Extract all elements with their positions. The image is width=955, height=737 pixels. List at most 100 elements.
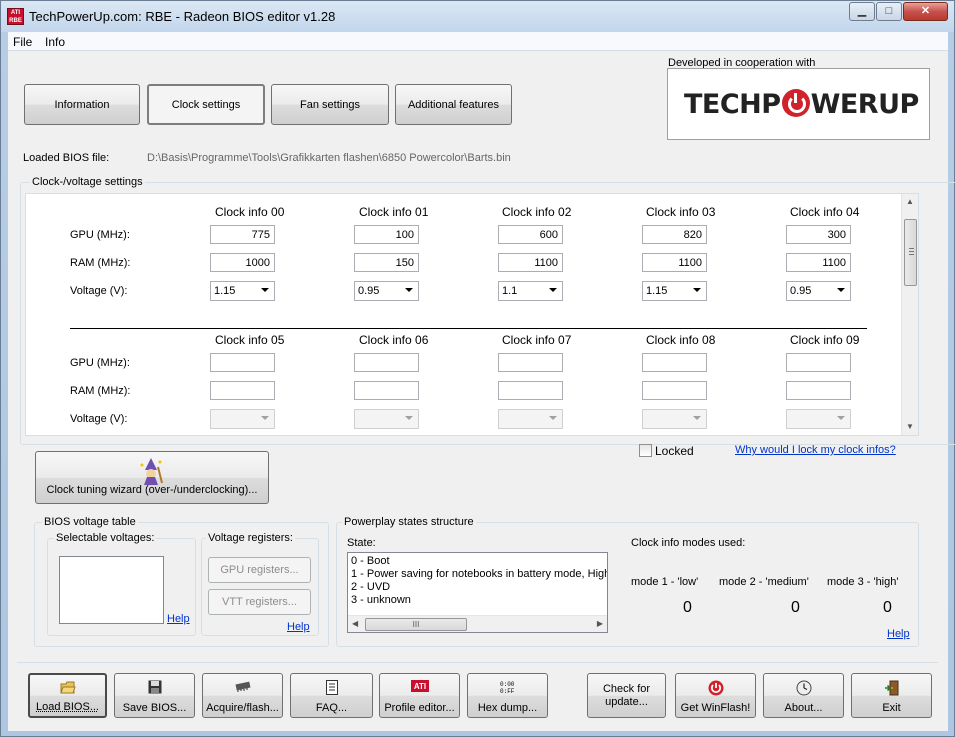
voltage-select[interactable]	[786, 409, 851, 429]
ati-icon: ATI	[411, 680, 429, 692]
powerplay-help-link[interactable]: Help	[887, 628, 910, 640]
tab-additional-features[interactable]: Additional features	[395, 84, 512, 125]
dropdown-arrow-icon	[837, 416, 845, 420]
tab-information[interactable]: Information	[24, 84, 140, 125]
voltage-select[interactable]	[210, 409, 275, 429]
logo-text-right: WERUP	[811, 89, 919, 120]
gpu-clock-input[interactable]	[786, 225, 851, 244]
load-bios-button[interactable]: Load BIOS...	[28, 673, 107, 718]
ram-clock-input[interactable]	[642, 253, 707, 272]
voltage-select[interactable]: 0.95	[354, 281, 419, 301]
profile-editor-button[interactable]: ATI Profile editor...	[379, 673, 460, 718]
gpu-clock-input[interactable]	[498, 225, 563, 244]
save-bios-label: Save BIOS...	[115, 702, 194, 714]
vtt-registers-button[interactable]: VTT registers...	[208, 589, 311, 615]
check-update-button[interactable]: Check for update...	[587, 673, 666, 718]
gpu-clock-input[interactable]	[642, 353, 707, 372]
ram-clock-input[interactable]	[498, 381, 563, 400]
acquire-flash-button[interactable]: Acquire/flash...	[202, 673, 283, 718]
voltage-select[interactable]: 0.95	[786, 281, 851, 301]
scroll-right-icon[interactable]: ▶	[597, 619, 603, 628]
ram-clock-input[interactable]	[498, 253, 563, 272]
voltage-value: 0.95	[790, 285, 811, 297]
ram-clock-input[interactable]	[210, 381, 275, 400]
gpu-clock-input[interactable]	[498, 353, 563, 372]
ram-clock-input[interactable]	[786, 381, 851, 400]
vertical-scrollbar[interactable]: ▲ ▼	[901, 194, 918, 436]
clock-voltage-title: Clock-/voltage settings	[30, 176, 145, 188]
ati-app-icon[interactable]: ATI RBE	[7, 8, 24, 25]
gpu-registers-button[interactable]: GPU registers...	[208, 557, 311, 583]
clock-info-title: Clock info 04	[790, 205, 859, 219]
list-item[interactable]: 2 - UVD	[348, 581, 607, 594]
ram-clock-input[interactable]	[786, 253, 851, 272]
menu-info[interactable]: Info	[45, 35, 65, 49]
get-winflash-button[interactable]: Get WinFlash!	[675, 673, 756, 718]
list-item[interactable]: 3 - unknown	[348, 594, 607, 607]
ram-clock-input[interactable]	[642, 381, 707, 400]
voltage-select[interactable]	[498, 409, 563, 429]
horizontal-scrollbar[interactable]: ◀ III ▶	[348, 615, 607, 632]
dropdown-arrow-icon	[261, 416, 269, 420]
voltage-select[interactable]: 1.15	[210, 281, 275, 301]
dropdown-arrow-icon	[405, 288, 413, 292]
wizard-button-label: Clock tuning wizard (over-/underclocking…	[36, 484, 268, 496]
exit-button[interactable]: Exit	[851, 673, 932, 718]
clock-info-scroll-panel[interactable]: ▲ ▼ Clock info 00 Clock info 01 Clock in…	[25, 193, 919, 436]
voltage-select[interactable]: 1.15	[642, 281, 707, 301]
close-button[interactable]: ✕	[903, 2, 948, 21]
techpowerup-logo[interactable]: TECHP WERUP	[667, 68, 930, 140]
save-bios-button[interactable]: Save BIOS...	[114, 673, 195, 718]
locked-label: Locked	[655, 444, 694, 458]
tab-label: Information	[54, 99, 109, 111]
tab-clock-settings[interactable]: Clock settings	[147, 84, 265, 125]
scroll-up-icon[interactable]: ▲	[906, 197, 914, 206]
menu-file[interactable]: File	[13, 35, 32, 49]
ram-clock-input[interactable]	[354, 381, 419, 400]
selectable-voltages-list[interactable]	[59, 556, 164, 624]
gpu-clock-input[interactable]	[354, 225, 419, 244]
svg-text:0:00: 0:00	[500, 681, 515, 688]
logo-text-left: TECHP	[684, 89, 781, 120]
group-divider	[70, 328, 867, 329]
tab-fan-settings[interactable]: Fan settings	[271, 84, 389, 125]
registers-help-link[interactable]: Help	[287, 621, 310, 633]
dropdown-arrow-icon	[549, 288, 557, 292]
powerplay-states-list[interactable]: 0 - Boot 1 - Power saving for notebooks …	[347, 552, 608, 633]
about-button[interactable]: About...	[763, 673, 844, 718]
gpu-clock-input[interactable]	[642, 225, 707, 244]
list-item[interactable]: 1 - Power saving for notebooks in batter…	[348, 568, 607, 581]
scrollbar-thumb[interactable]	[904, 219, 917, 286]
locked-checkbox[interactable]	[639, 444, 652, 457]
gpu-clock-input[interactable]	[210, 353, 275, 372]
scroll-left-icon[interactable]: ◀	[352, 619, 358, 628]
minimize-button[interactable]: ▁	[849, 2, 875, 21]
title-bar[interactable]: ATI RBE TechPowerUp.com: RBE - Radeon BI…	[1, 1, 954, 32]
lock-help-link[interactable]: Why would I lock my clock infos?	[735, 444, 896, 456]
gpu-clock-input[interactable]	[786, 353, 851, 372]
hex-dump-button[interactable]: 0:00 0:FF Hex dump...	[467, 673, 548, 718]
chip-icon	[234, 680, 252, 692]
voltage-row-label: Voltage (V):	[70, 413, 127, 425]
clock-tuning-wizard-button[interactable]: Clock tuning wizard (over-/underclocking…	[35, 451, 269, 504]
gpu-clock-input[interactable]	[210, 225, 275, 244]
mode-low-label: mode 1 - 'low'	[631, 576, 698, 588]
floppy-icon	[148, 680, 162, 694]
ram-clock-input[interactable]	[354, 253, 419, 272]
voltage-select[interactable]	[642, 409, 707, 429]
list-item[interactable]: 0 - Boot	[348, 555, 607, 568]
clock-info-title: Clock info 07	[502, 333, 571, 347]
folder-icon	[60, 681, 76, 695]
voltage-select[interactable]	[354, 409, 419, 429]
scrollbar-thumb[interactable]: III	[365, 618, 467, 631]
ram-clock-input[interactable]	[210, 253, 275, 272]
gpu-clock-input[interactable]	[354, 353, 419, 372]
dropdown-arrow-icon	[549, 416, 557, 420]
scroll-down-icon[interactable]: ▼	[906, 422, 914, 431]
faq-button[interactable]: FAQ...	[290, 673, 373, 718]
voltage-select[interactable]: 1.1	[498, 281, 563, 301]
menu-bar: File Info	[8, 32, 948, 51]
voltage-help-link[interactable]: Help	[167, 613, 190, 625]
dropdown-arrow-icon	[837, 288, 845, 292]
maximize-button[interactable]: □	[876, 2, 902, 21]
